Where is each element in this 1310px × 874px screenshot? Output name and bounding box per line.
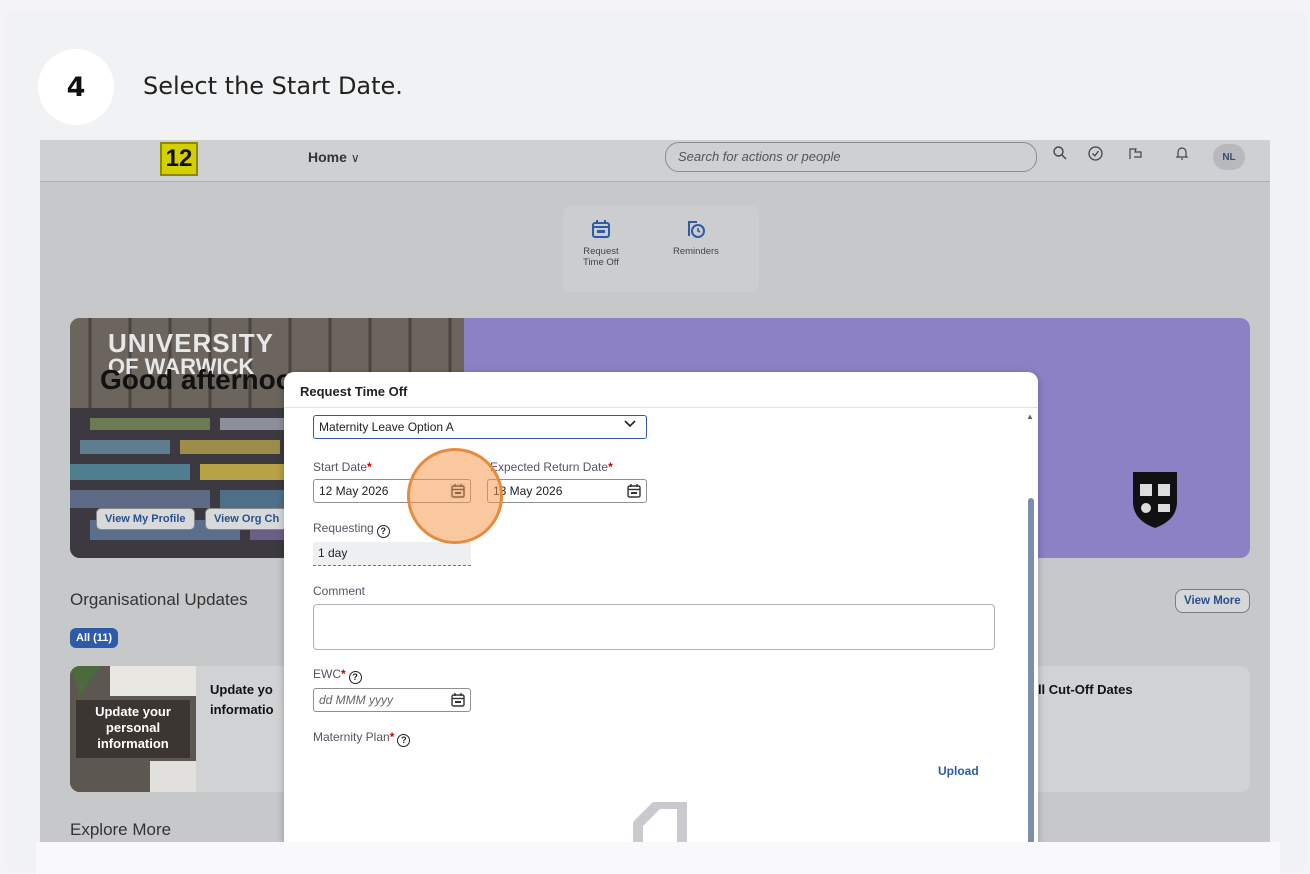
bottom-strip [36,842,1280,874]
dialog-scrollbar[interactable]: ▲ [1026,412,1036,842]
step-instruction: Select the Start Date. [143,72,403,100]
calendar-icon[interactable] [626,483,642,499]
bell-icon[interactable] [1175,146,1189,165]
help-icon[interactable]: ? [376,525,390,538]
request-time-off-dialog: Request Time Off Maternity Leave Option … [284,372,1038,842]
quick-action-label: Time Off [583,257,619,268]
start-date-label: Start Date* [313,460,372,474]
return-date-value: 13 May 2026 [493,484,563,498]
view-my-profile-button[interactable]: View My Profile [96,508,195,530]
view-org-chart-button[interactable]: View Org Ch [205,508,289,530]
quick-action-reminders[interactable]: Reminders [673,218,719,257]
help-icon[interactable]: ? [348,671,362,684]
top-navigation-bar: 12 Home ∨ Search for actions or people NL [40,140,1270,182]
help-icon[interactable]: ? [397,734,411,747]
return-date-label: Expected Return Date* [490,460,613,474]
quick-actions-panel: Request Time Off Reminders [563,206,759,292]
maternity-plan-label: Maternity Plan*? [313,730,411,747]
quick-action-request-time-off[interactable]: Request Time Off [583,218,619,268]
comment-label: Comment [313,584,366,598]
requesting-label: Requesting? [313,521,390,538]
document-placeholder-icon [633,802,687,842]
notes-flag-icon[interactable] [1128,146,1144,165]
news-thumbnail: Update your personal information [70,666,196,792]
university-crest-icon [1133,472,1177,528]
org-updates-title: Organisational Updates [70,590,248,609]
explore-more-title: Explore More [70,820,172,839]
dialog-header: Request Time Off [284,372,1038,408]
scrollbar-thumb[interactable] [1028,498,1034,842]
search-input[interactable]: Search for actions or people [665,142,1037,172]
avatar[interactable]: NL [1213,144,1245,170]
requesting-value: 1 day [313,542,471,566]
reminder-clock-icon [685,218,707,240]
dialog-title: Request Time Off [300,384,408,399]
ewc-date-input[interactable]: dd MMM yyyy [313,688,471,712]
click-highlight-circle [407,448,503,544]
upload-link[interactable]: Upload [938,764,979,778]
time-type-select[interactable]: Maternity Leave Option A [313,415,647,439]
quick-action-label: Reminders [673,246,719,257]
step-number-badge: 4 [38,49,114,125]
home-menu-label: Home [308,149,347,165]
approvals-check-icon[interactable] [1088,146,1103,165]
calendar-icon[interactable] [450,692,466,708]
ewc-placeholder: dd MMM yyyy [319,693,394,707]
view-more-button[interactable]: View More [1175,589,1250,613]
scroll-up-icon[interactable]: ▲ [1026,412,1034,421]
news-title[interactable]: Update yo [210,682,273,697]
news-title[interactable]: informatio [210,702,274,717]
calendar-icon [590,218,612,240]
filter-chip-all[interactable]: All (11) [70,628,119,648]
time-type-value: Maternity Leave Option A [319,420,454,434]
comment-textarea[interactable] [313,604,995,650]
greeting-text: Good afternoo [100,364,293,395]
return-date-input[interactable]: 13 May 2026 [487,479,647,503]
app-screenshot: 12 Home ∨ Search for actions or people NL… [40,140,1270,842]
search-icon[interactable] [1053,146,1067,164]
news-title-right[interactable]: oll Cut-Off Dates [1030,682,1133,697]
app-logo[interactable]: 12 [160,142,198,176]
quick-action-label: Request [583,246,619,257]
ewc-label: EWC*? [313,667,362,684]
start-date-value: 12 May 2026 [319,484,389,498]
chevron-down-icon: ∨ [350,151,360,165]
home-menu[interactable]: Home ∨ [308,149,360,165]
chevron-down-icon [624,418,636,432]
news-thumb-label: Update your personal information [76,700,190,758]
